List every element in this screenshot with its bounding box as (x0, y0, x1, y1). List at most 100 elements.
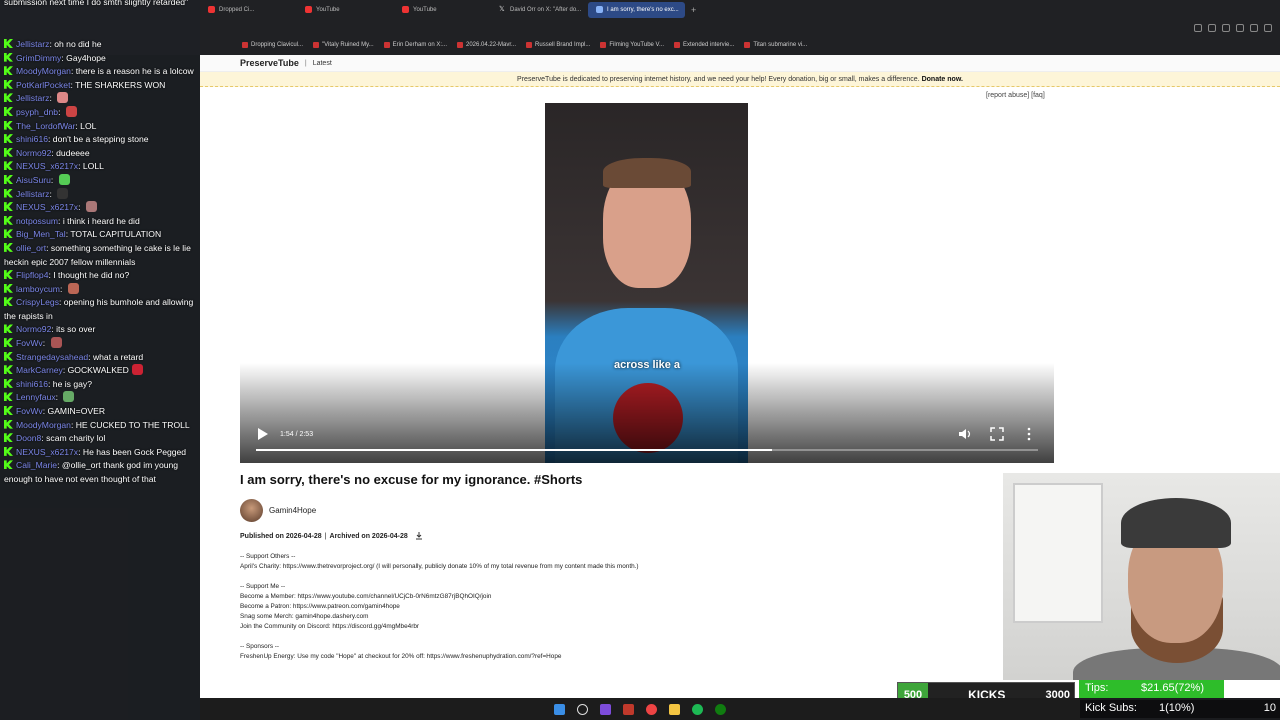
channel-avatar[interactable] (240, 499, 263, 522)
chat-username[interactable]: GrimDimmy (16, 53, 61, 63)
chat-username[interactable]: Normo92 (16, 324, 51, 334)
search-icon[interactable] (577, 703, 588, 715)
tab-2[interactable]: YouTube (394, 2, 491, 18)
chat-message: The_LordofWar: LOL (0, 120, 200, 134)
bookmark-item[interactable]: Dropping Clavicul... (242, 42, 303, 48)
settings-icon[interactable] (1264, 24, 1272, 32)
obs-icon[interactable] (623, 703, 634, 715)
description-line: Become a Patron: https://www.patreon.com… (240, 603, 400, 610)
chat-username[interactable]: notpossum (16, 216, 58, 226)
chat-message: Jellistarz: (0, 92, 200, 106)
video-player[interactable]: across like a 1:54 / 2:53 (240, 103, 1054, 463)
chat-message: MoodyMorgan: HE CUCKED TO THE TROLL (0, 419, 200, 433)
bookmark-favicon (673, 42, 680, 48)
site-logo[interactable]: PreserveTube (240, 58, 299, 68)
bookmark-item[interactable]: Erin Derham on X:... (383, 42, 447, 48)
chat-text: he is gay? (52, 378, 92, 389)
chat-text: dudeeee (56, 147, 90, 158)
chat-message: NEXUS_x6217x: (0, 201, 200, 215)
chat-username[interactable]: shini616 (16, 379, 48, 389)
chat-username[interactable]: Cali_Marie (16, 460, 57, 470)
emote-icon (63, 391, 75, 403)
chat-username[interactable]: CrispyLegs (16, 297, 59, 307)
chat-username[interactable]: psyph_dnb (16, 107, 58, 117)
chrome-icon[interactable] (646, 703, 657, 715)
chat-username[interactable]: Strangedaysahead (16, 352, 88, 362)
video-progress-bar[interactable] (256, 449, 1038, 451)
tab-1[interactable]: YouTube (297, 2, 394, 18)
chat-text: its so over (56, 324, 96, 335)
video-caption: across like a (613, 359, 681, 371)
chat-text: i think i heard he did (62, 215, 140, 226)
heart-icon[interactable] (1236, 24, 1244, 32)
bookmark-label: "Vitaly Ruined My... (322, 42, 374, 48)
tab-4[interactable]: I am sorry, there's no exc... (588, 1, 685, 18)
latest-link[interactable]: Latest (313, 60, 332, 67)
more-options-icon[interactable] (1025, 427, 1033, 441)
chat-username[interactable]: Lennyfaux (16, 392, 56, 402)
chat-username[interactable]: Jellistarz (16, 93, 49, 103)
chat-username[interactable]: shini616 (16, 134, 48, 144)
chat-message: CrispyLegs: opening his bumhole and allo… (0, 296, 200, 323)
kick-badge-icon (4, 106, 13, 116)
description-line: Become a Member: https://www.youtube.com… (240, 593, 492, 600)
chat-username[interactable]: NEXUS_x6217x (16, 447, 78, 457)
xbox-icon[interactable] (715, 703, 726, 715)
chat-username[interactable]: Jellistarz (16, 39, 49, 49)
chat-username[interactable]: Big_Men_Tal (16, 229, 66, 239)
chat-message: Jellistarz: oh no did he (0, 38, 200, 52)
kick-badge-icon (4, 283, 13, 293)
progress-fill (256, 449, 773, 451)
new-tab-button[interactable]: + (685, 5, 702, 15)
folder-icon[interactable] (669, 703, 680, 715)
donate-link[interactable]: Donate now. (922, 76, 963, 83)
emote-icon (50, 337, 62, 349)
chat-username[interactable]: Normo92 (16, 148, 51, 158)
chat-username[interactable]: lamboycum (16, 284, 60, 294)
report-faq-links[interactable]: [report abuse] [faq] (986, 92, 1045, 99)
chat-username[interactable]: MoodyMorgan (16, 66, 71, 76)
chat-message: Normo92: dudeeee (0, 147, 200, 161)
bookmark-item[interactable]: Extended intervie... (673, 42, 734, 48)
chat-username[interactable]: FovWv (16, 406, 43, 416)
extension-icon[interactable] (1194, 24, 1202, 32)
tab-bar: Dropped Ci... YouTube YouTube 𝕏 David Orr on… (200, 0, 1280, 19)
spotify-icon[interactable] (692, 703, 703, 715)
chat-message: Doon8: scam charity lol (0, 432, 200, 446)
bookmark-item[interactable]: 2026.04.22-Mavr... (457, 42, 516, 48)
bookmark-item[interactable]: Russell Brand Impl... (526, 42, 590, 48)
chat-username[interactable]: NEXUS_x6217x (16, 202, 78, 212)
tips-goal: $30 (1257, 682, 1276, 694)
chat-username[interactable]: PotKarlPocket (16, 80, 70, 90)
youtube-icon (402, 6, 409, 13)
windows-start-icon[interactable] (554, 703, 565, 715)
chat-username[interactable]: MarkCarney (16, 365, 63, 375)
bookmark-item[interactable]: Filming YouTube V... (600, 42, 664, 48)
chat-username[interactable]: FovWv (16, 338, 43, 348)
tab-label: David Orr on X: "After do... (510, 6, 582, 13)
chat-username[interactable]: The_LordofWar (16, 121, 75, 131)
chat-username[interactable]: MoodyMorgan (16, 420, 71, 430)
channel-name[interactable]: Gamin4Hope (269, 506, 316, 515)
bookmark-item[interactable]: "Vitaly Ruined My... (313, 42, 374, 48)
download-icon[interactable] (1250, 24, 1258, 32)
volume-icon[interactable] (958, 427, 972, 441)
shield-icon[interactable] (1222, 24, 1230, 32)
chat-username[interactable]: Doon8 (16, 433, 41, 443)
kick-badge-icon (4, 351, 13, 361)
chat-username[interactable]: Jellistarz (16, 189, 49, 199)
browser-toolbar (200, 19, 1280, 37)
chat-username[interactable]: NEXUS_x6217x (16, 161, 78, 171)
chat-username[interactable]: Flipflop4 (16, 270, 48, 280)
fullscreen-icon[interactable] (990, 427, 1004, 441)
chat-username[interactable]: ollie_ort (16, 243, 46, 253)
download-icon[interactable] (415, 532, 423, 540)
bookmark-icon[interactable] (1208, 24, 1216, 32)
chat-overlay: submission next time I do smth slightly … (0, 0, 200, 720)
chat-username[interactable]: AisuSuru (16, 175, 51, 185)
bookmark-item[interactable]: Titan submarine vi... (744, 42, 807, 48)
play-icon[interactable] (258, 428, 268, 440)
app-icon[interactable] (600, 703, 611, 715)
tab-0[interactable]: Dropped Ci... (200, 2, 297, 18)
tab-3[interactable]: 𝕏 David Orr on X: "After do... (491, 2, 588, 18)
